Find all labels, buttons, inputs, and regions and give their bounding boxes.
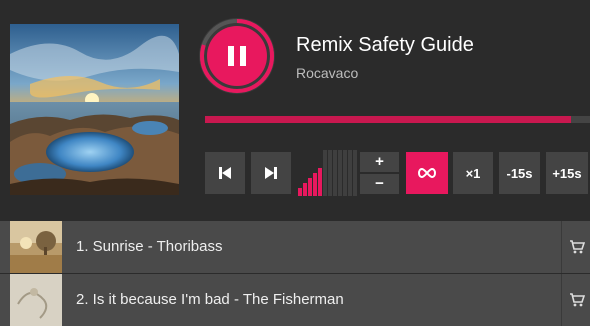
volume-level-bar (308, 178, 312, 196)
volume-level-bar (343, 150, 347, 196)
volume-level-bar (323, 150, 327, 196)
volume-level-bar (338, 150, 342, 196)
track-artist: Rocavaco (296, 65, 359, 81)
volume-level-bar (348, 150, 352, 196)
cart-icon (569, 293, 585, 307)
volume-meter[interactable] (298, 150, 357, 196)
volume-level-bar (298, 188, 302, 196)
volume-level-bar (333, 150, 337, 196)
buy-button[interactable] (561, 274, 590, 326)
skip-back-icon (219, 167, 231, 179)
track-thumbnail (10, 274, 62, 326)
track-thumbnail (10, 221, 62, 273)
volume-level-bar (313, 173, 317, 196)
loop-button[interactable] (406, 152, 448, 194)
volume-up-button[interactable]: + (360, 152, 399, 172)
volume-level-bar (318, 168, 322, 196)
volume-level-bar (303, 183, 307, 196)
cart-icon (569, 240, 585, 254)
skip-forward-icon (265, 167, 277, 179)
playlist-item[interactable]: 1. Sunrise - Thoribass (0, 221, 590, 273)
album-cover (10, 24, 179, 195)
progress-fill (205, 116, 571, 123)
playback-speed-button[interactable]: ×1 (453, 152, 493, 194)
next-track-button[interactable] (251, 152, 291, 194)
loop-icon (418, 167, 436, 179)
volume-stepper: + − (360, 152, 399, 194)
album-cover-image (10, 24, 179, 195)
pause-icon (200, 19, 274, 93)
track-thumbnail-image (10, 221, 62, 273)
volume-level-bar (353, 150, 357, 196)
track-thumbnail-image (10, 274, 62, 326)
track-label: 2. Is it because I'm bad - The Fisherman (76, 291, 344, 308)
rewind-15-button[interactable]: -15s (499, 152, 540, 194)
audio-player: Remix Safety Guide Rocavaco + − ×1 -15s … (0, 0, 590, 221)
track-title: Remix Safety Guide (296, 34, 474, 56)
progress-bar[interactable] (205, 116, 590, 123)
playlist-item[interactable]: 2. Is it because I'm bad - The Fisherman (0, 274, 590, 326)
buy-button[interactable] (561, 221, 590, 273)
volume-down-button[interactable]: − (360, 174, 399, 194)
track-label: 1. Sunrise - Thoribass (76, 238, 223, 255)
pause-button[interactable] (199, 18, 275, 94)
forward-15-button[interactable]: +15s (546, 152, 588, 194)
volume-level-bar (328, 150, 332, 196)
previous-track-button[interactable] (205, 152, 245, 194)
